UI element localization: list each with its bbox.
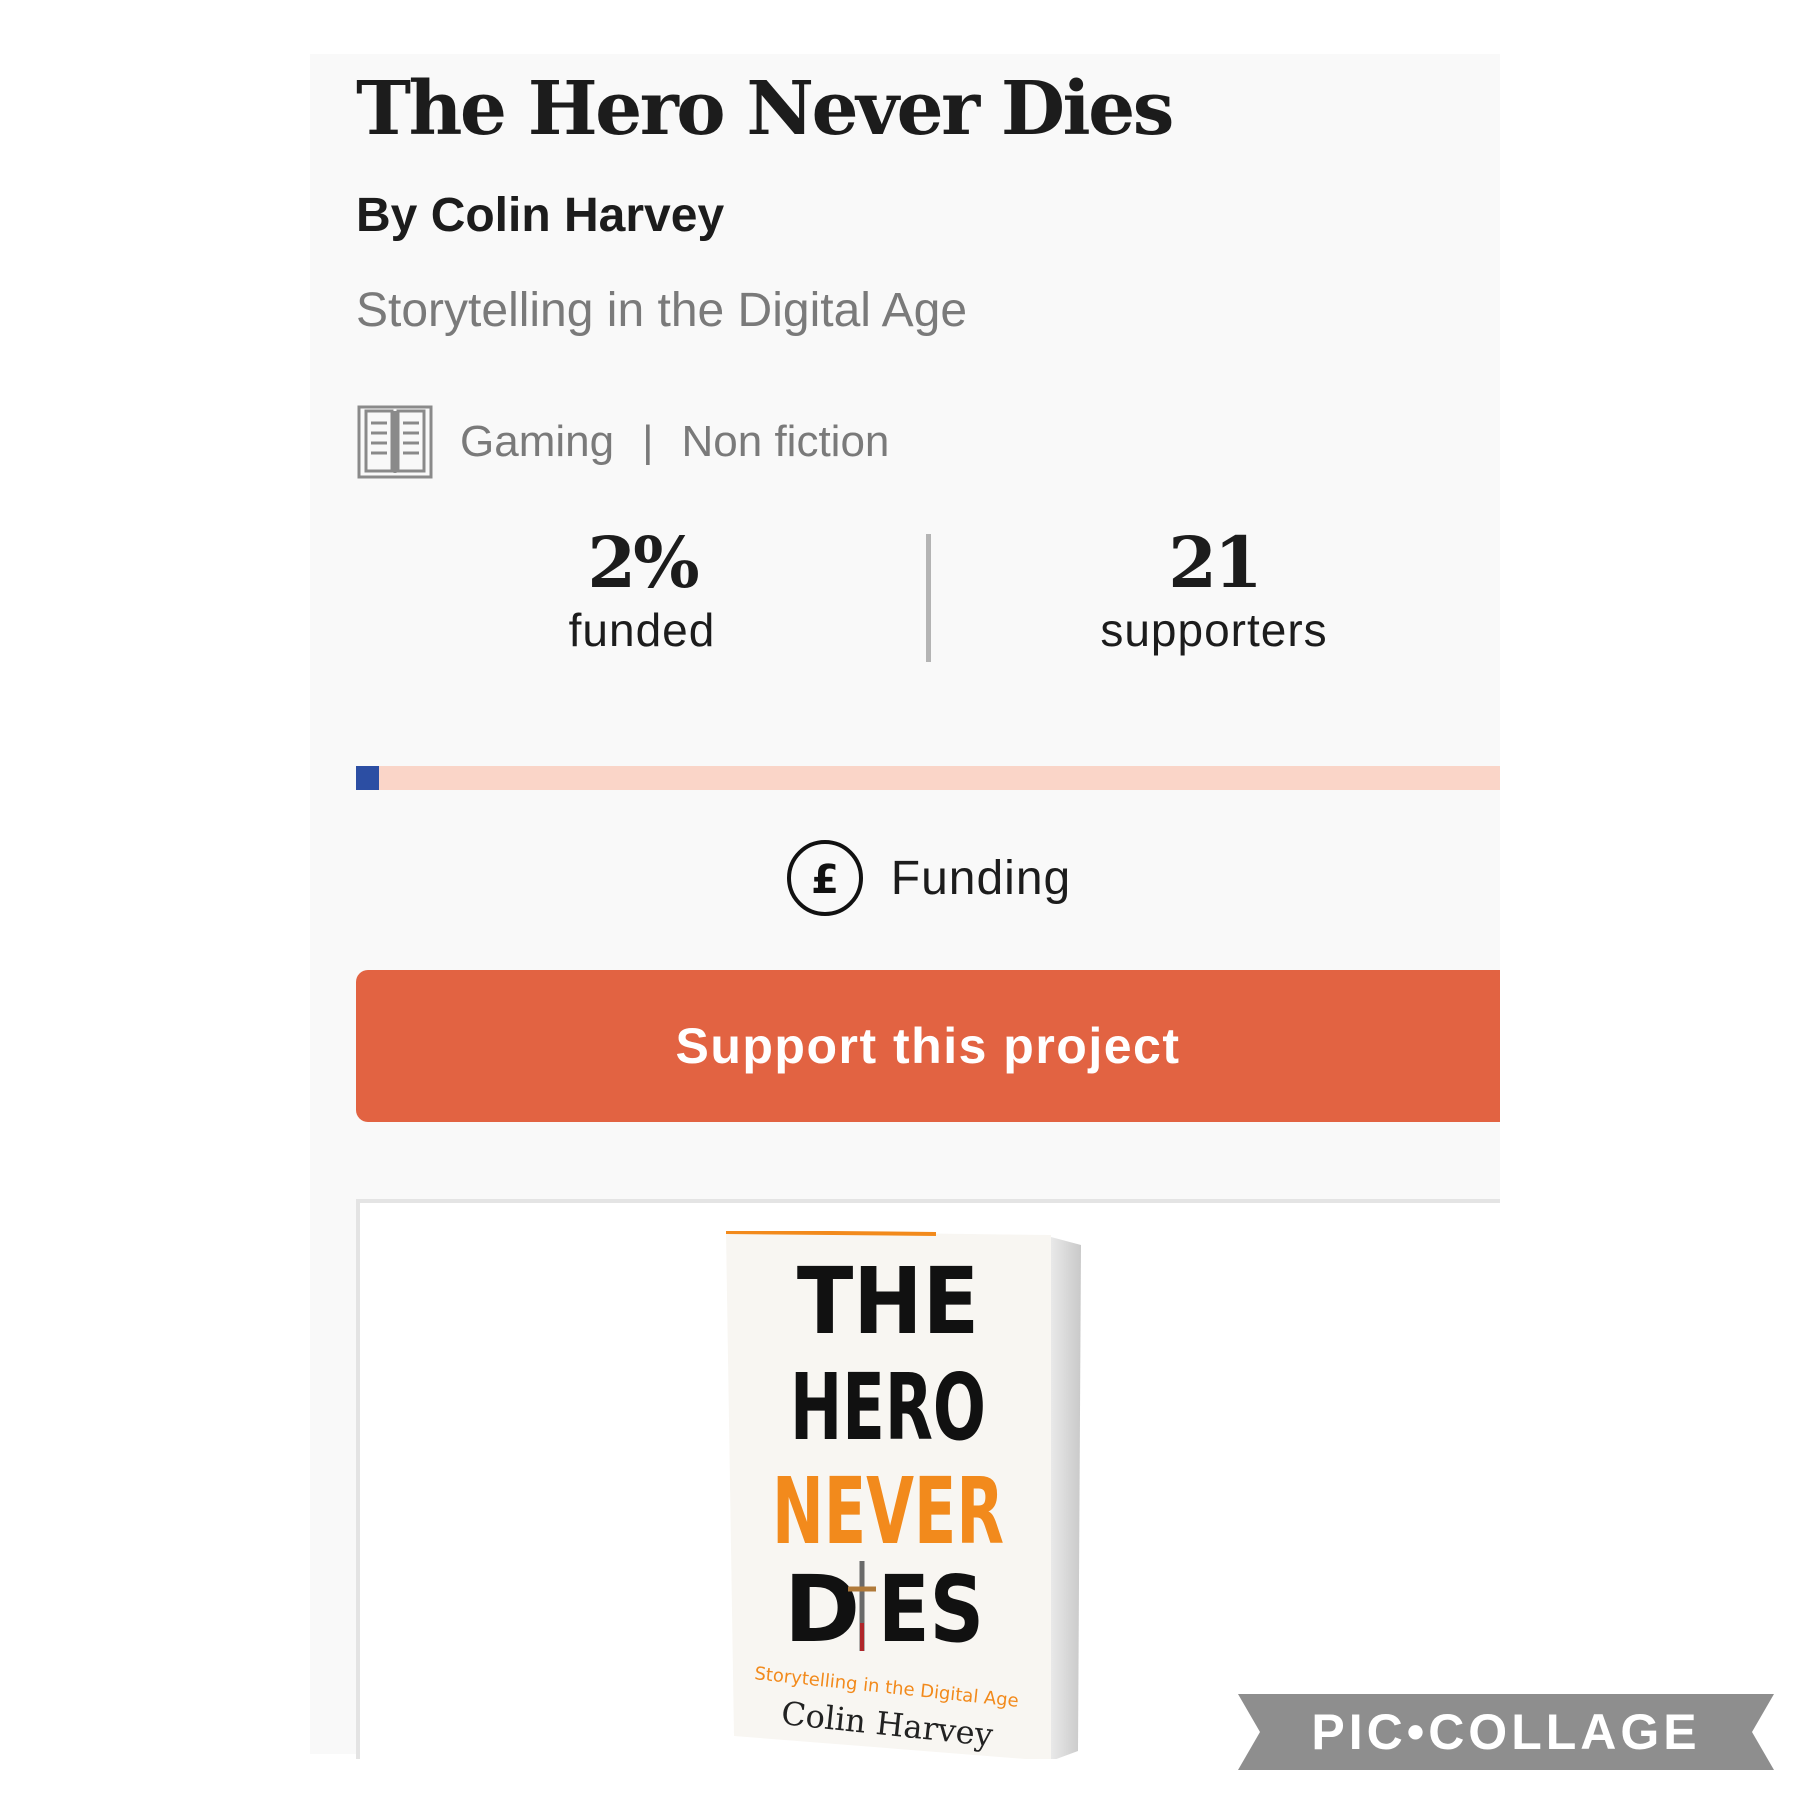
book-cover-illustration: THE HERO NEVER D ES Storytelling in the … [726, 1231, 1081, 1759]
genre-non-fiction[interactable]: Non fiction [682, 417, 890, 467]
cover-line-dies-left: D [784, 1556, 860, 1663]
funding-progress-bar [356, 766, 1500, 790]
funded-label: funded [568, 604, 716, 656]
cover-line-never: NEVER [772, 1458, 1004, 1565]
screenshot-canvas: The Hero Never Dies By Colin Harvey Stor… [0, 0, 1800, 1800]
project-author[interactable]: By Colin Harvey [356, 188, 724, 243]
project-panel: The Hero Never Dies By Colin Harvey Stor… [310, 54, 1500, 1759]
stat-supporters: 21 supporters [928, 524, 1500, 658]
book-open-icon [357, 405, 433, 479]
cover-line-dies-right: ES [878, 1556, 984, 1663]
stat-funded: 2% funded [356, 524, 928, 658]
watermark-text: PIC•COLLAGE [1311, 1704, 1701, 1760]
project-subtitle: Storytelling in the Digital Age [356, 284, 968, 337]
pic-collage-watermark: PIC•COLLAGE [1238, 1694, 1774, 1770]
project-title: The Hero Never Dies [356, 66, 1174, 152]
funding-progress-fill [356, 766, 379, 790]
pound-circle-icon: £ [786, 840, 863, 916]
genre-row: Gaming | Non fiction [356, 402, 889, 482]
supporters-label: supporters [1100, 604, 1328, 656]
funded-percent: 2% [587, 521, 699, 604]
supporters-count: 21 [1168, 521, 1262, 604]
funding-label: Funding [890, 851, 1072, 905]
funding-stats: 2% funded 21 supporters [356, 524, 1500, 664]
svg-text:£: £ [811, 857, 839, 903]
genre-separator: | [642, 417, 654, 466]
genre-gaming[interactable]: Gaming [460, 417, 614, 467]
book-cover-frame: THE HERO NEVER D ES Storytelling in the … [356, 1199, 1500, 1759]
funding-status: £ Funding [356, 838, 1500, 918]
cover-line-the: THE [797, 1248, 979, 1355]
book-cover-image: THE HERO NEVER D ES Storytelling in the … [726, 1231, 1106, 1759]
cover-line-hero: HERO [790, 1354, 986, 1461]
support-project-button[interactable]: Support this project [356, 970, 1500, 1122]
